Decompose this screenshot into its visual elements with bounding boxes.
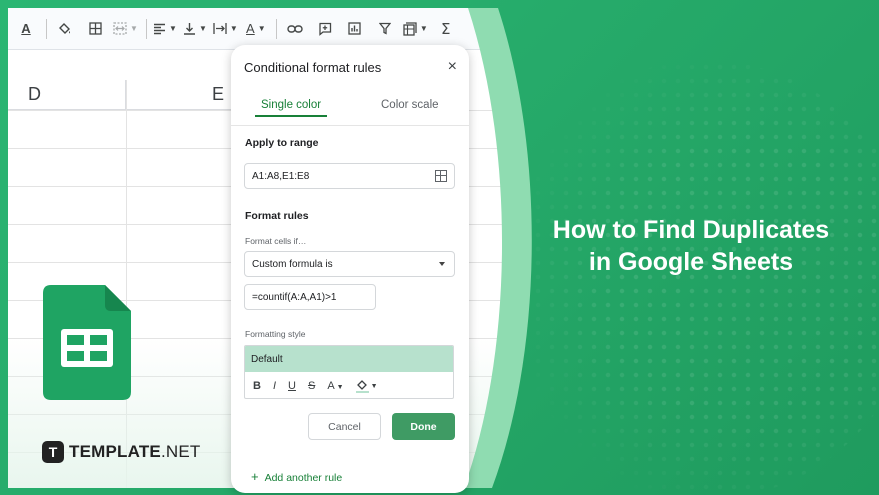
text-rotation-icon[interactable]: A ▼ — [244, 17, 268, 41]
tab-single-color[interactable]: Single color — [261, 99, 321, 111]
column-header-d[interactable]: D — [8, 80, 126, 110]
functions-icon[interactable]: Σ — [434, 17, 458, 41]
add-rule-label: Add another rule — [264, 472, 343, 484]
text-wrap-icon[interactable]: ▼ — [213, 17, 238, 41]
style-preview-text: Default — [251, 353, 283, 365]
done-button[interactable]: Done — [392, 413, 455, 440]
insert-chart-icon[interactable] — [343, 17, 367, 41]
add-another-rule-button[interactable]: + Add another rule — [251, 469, 342, 484]
text-color-icon[interactable]: A — [14, 17, 38, 41]
brand-mark: T — [42, 441, 64, 463]
close-icon[interactable]: × — [448, 58, 457, 76]
page-headline: How to Find Duplicates in Google Sheets — [526, 214, 856, 278]
filter-views-icon[interactable]: ▼ — [403, 17, 428, 41]
format-cells-if-label: Format cells if… — [245, 236, 307, 246]
headline-line-1: How to Find Duplicates — [552, 216, 830, 244]
italic-icon[interactable]: I — [273, 380, 276, 392]
range-value: A1:A8,E1:E8 — [252, 170, 310, 182]
merge-cells-icon[interactable]: ▼ — [113, 17, 138, 41]
range-input[interactable]: A1:A8,E1:E8 — [244, 163, 455, 189]
divider — [231, 125, 469, 126]
text-color-letter: A — [327, 380, 335, 392]
strikethrough-icon[interactable]: S — [308, 380, 315, 392]
bold-icon[interactable]: B — [253, 380, 261, 392]
fill-color-icon[interactable] — [53, 17, 77, 41]
toolbar-divider — [46, 19, 47, 39]
toolbar: A ▼ ▼ ▼ ▼ A ▼ ▼ Σ — [8, 8, 568, 50]
brand-name: TEMPLATE.NET — [69, 442, 200, 462]
formatting-style-label: Formatting style — [245, 329, 306, 339]
toolbar-divider — [146, 19, 147, 39]
underline-icon[interactable]: U — [288, 380, 296, 392]
chevron-down-icon — [439, 262, 445, 266]
formula-value: =countif(A:A,A1)>1 — [252, 291, 337, 303]
condition-dropdown[interactable]: Custom formula is — [244, 251, 455, 277]
horizontal-align-icon[interactable]: ▼ — [153, 17, 177, 41]
google-sheets-logo-icon — [43, 285, 131, 400]
plus-icon: + — [251, 469, 259, 484]
template-net-logo: T TEMPLATE.NET — [42, 441, 200, 463]
style-preview[interactable]: Default — [245, 346, 453, 372]
borders-icon[interactable] — [83, 17, 107, 41]
filter-icon[interactable] — [373, 17, 397, 41]
panel-title: Conditional format rules — [244, 60, 382, 75]
toolbar-divider — [276, 19, 277, 39]
formatting-style-box: Default B I U S A ▼ ▼ — [244, 345, 454, 399]
apply-to-range-label: Apply to range — [245, 137, 319, 149]
select-range-icon[interactable] — [435, 170, 447, 182]
formula-input[interactable]: =countif(A:A,A1)>1 — [244, 284, 376, 310]
text-color-icon[interactable]: A ▼ — [327, 380, 343, 392]
style-toolbar: B I U S A ▼ ▼ — [245, 372, 453, 398]
insert-link-icon[interactable] — [283, 17, 307, 41]
headline-line-2: in Google Sheets — [588, 248, 794, 276]
cancel-button[interactable]: Cancel — [308, 413, 381, 440]
format-tabs: Single color Color scale — [231, 97, 469, 121]
format-rules-label: Format rules — [245, 210, 309, 222]
tab-color-scale[interactable]: Color scale — [381, 99, 439, 111]
conditional-format-panel: Conditional format rules × Single color … — [231, 45, 469, 493]
brand-name-thin: .NET — [160, 442, 201, 461]
fill-color-icon[interactable]: ▼ — [355, 379, 378, 393]
active-tab-indicator — [255, 115, 327, 117]
condition-value: Custom formula is — [252, 258, 333, 270]
insert-comment-icon[interactable] — [313, 17, 337, 41]
vertical-align-icon[interactable]: ▼ — [183, 17, 207, 41]
brand-name-bold: TEMPLATE — [69, 442, 161, 461]
